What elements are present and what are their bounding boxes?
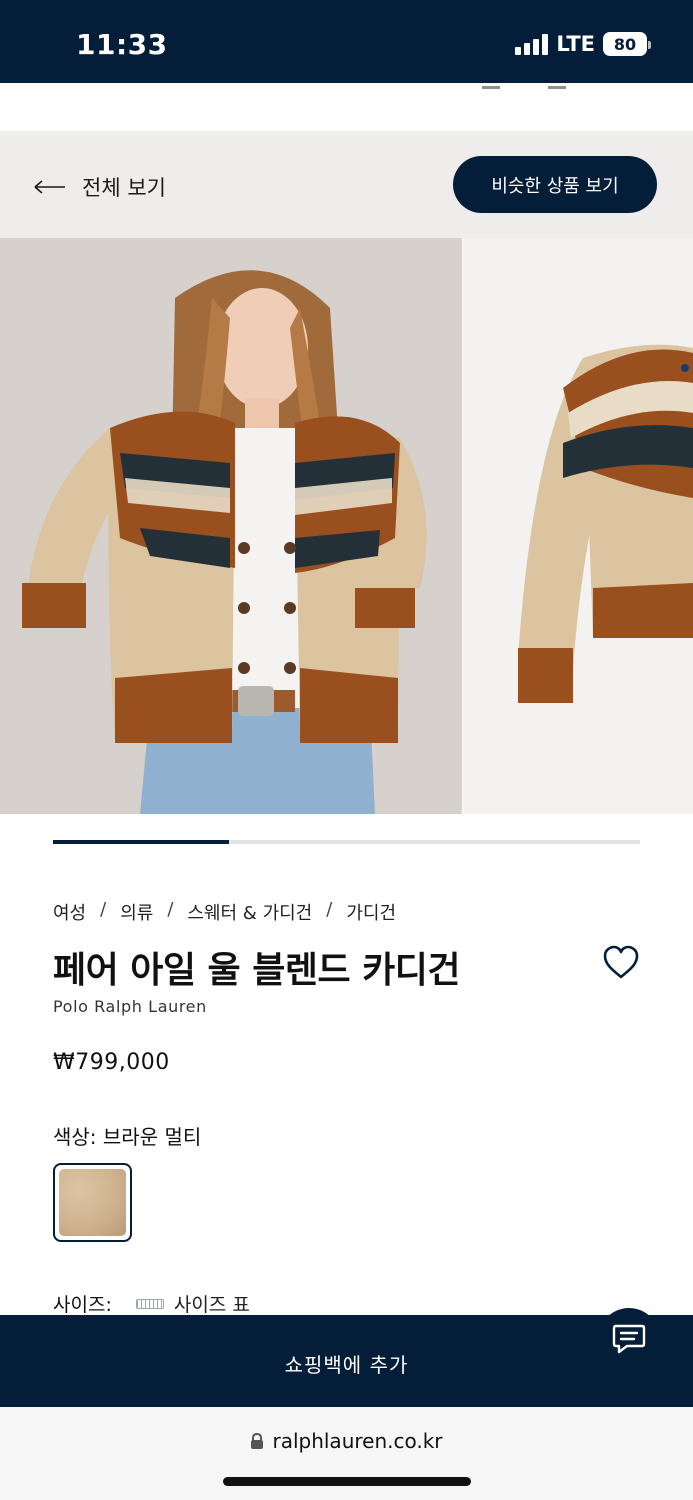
breadcrumb-separator: / bbox=[100, 899, 107, 920]
status-indicators: LTE 80 bbox=[515, 32, 651, 56]
site-logo-fragment bbox=[52, 83, 352, 87]
site-header-partial bbox=[0, 83, 693, 131]
network-type: LTE bbox=[556, 32, 595, 56]
color-label: 색상: 브라운 멀티 bbox=[53, 1125, 202, 1149]
color-swatch-fill bbox=[59, 1169, 126, 1236]
breadcrumb-item-sweaters[interactable]: 스웨터 & 가디건 bbox=[187, 899, 312, 925]
add-to-bag-button[interactable]: 쇼핑백에 추가 bbox=[0, 1315, 693, 1407]
url-text: ralphlauren.co.kr bbox=[272, 1429, 443, 1453]
search-icon[interactable] bbox=[482, 83, 500, 89]
battery-icon: 80 bbox=[603, 32, 651, 56]
heart-icon[interactable] bbox=[602, 944, 640, 980]
similar-products-button[interactable]: 비슷한 상품 보기 bbox=[453, 156, 657, 213]
product-brand: Polo Ralph Lauren bbox=[53, 997, 207, 1016]
breadcrumb-item-women[interactable]: 여성 bbox=[53, 899, 86, 925]
size-row: 사이즈: 사이즈 표 bbox=[53, 1290, 250, 1317]
address-field[interactable]: ralphlauren.co.kr bbox=[0, 1429, 693, 1453]
product-photo-flat[interactable] bbox=[463, 238, 693, 814]
gallery-progress bbox=[53, 840, 640, 844]
breadcrumb-separator: / bbox=[326, 899, 333, 920]
view-all-link[interactable]: 전체 보기 bbox=[34, 172, 166, 202]
status-time: 11:33 bbox=[76, 28, 168, 61]
bag-icon[interactable] bbox=[548, 83, 566, 89]
lock-icon bbox=[251, 1432, 264, 1449]
chat-button[interactable] bbox=[598, 1308, 660, 1370]
breadcrumb: 여성 / 의류 / 스웨터 & 가디건 / 가디건 bbox=[53, 899, 396, 925]
browser-url-bar: ralphlauren.co.kr bbox=[0, 1407, 693, 1500]
size-label: 사이즈: bbox=[53, 1294, 112, 1316]
breadcrumb-item-clothing[interactable]: 의류 bbox=[120, 899, 153, 925]
product-title: 페어 아일 울 블렌드 카디건 bbox=[53, 950, 460, 991]
gallery-progress-fill bbox=[53, 840, 230, 844]
product-gallery[interactable] bbox=[0, 238, 693, 814]
view-all-label: 전체 보기 bbox=[82, 176, 166, 200]
breadcrumb-separator: / bbox=[167, 899, 174, 920]
chat-icon bbox=[612, 1324, 646, 1354]
signal-icon bbox=[515, 33, 549, 55]
status-bar: 11:33 LTE 80 bbox=[0, 0, 693, 83]
home-indicator[interactable] bbox=[223, 1477, 471, 1486]
product-price: ₩799,000 bbox=[53, 1050, 170, 1075]
arrow-left-icon bbox=[34, 180, 65, 194]
color-swatch-selected[interactable] bbox=[53, 1163, 132, 1242]
product-photo-model[interactable] bbox=[0, 238, 462, 814]
breadcrumb-item-cardigans[interactable]: 가디건 bbox=[346, 899, 396, 925]
add-to-bag-label: 쇼핑백에 추가 bbox=[284, 1353, 409, 1377]
ruler-icon bbox=[135, 1298, 164, 1309]
size-chart-link[interactable]: 사이즈 표 bbox=[174, 1290, 250, 1317]
